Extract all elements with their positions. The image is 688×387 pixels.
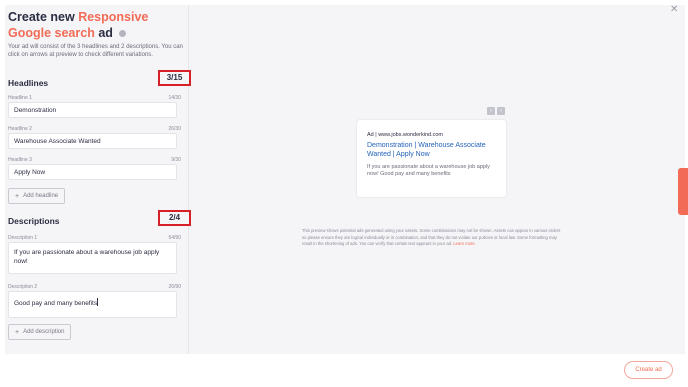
info-icon[interactable]: [119, 30, 127, 38]
description-1-label: Description 1: [8, 235, 38, 241]
add-description-button[interactable]: + Add description: [8, 324, 72, 340]
headlines-counter: 3/15: [158, 70, 191, 86]
ad-url: Ad | www.jobs.wonderkind.com: [367, 132, 444, 138]
ad-editor-panel: Create new Responsive Google search ad Y…: [5, 5, 685, 354]
arrow-right-icon[interactable]: ›: [497, 107, 505, 115]
headline-1-label: Headline 1: [8, 95, 32, 101]
headline-1-input[interactable]: Demonstration: [8, 102, 177, 118]
headline-2-label: Headline 2: [8, 126, 32, 132]
editor-column: Create new Responsive Google search ad Y…: [5, 5, 191, 354]
variation-arrows: ‹ ›: [487, 107, 505, 115]
text-caret: [97, 298, 99, 306]
headline-2-count: 26/30: [168, 126, 181, 132]
descriptions-counter: 2/4: [158, 210, 191, 226]
headline-2-input[interactable]: Warehouse Associate Wanted: [8, 133, 177, 149]
description-2-input[interactable]: Good pay and many benefits: [8, 291, 177, 318]
ad-headline: Demonstration | Warehouse Associate Want…: [367, 142, 486, 158]
headline-3-count: 9/30: [171, 157, 181, 163]
headline-3-input[interactable]: Apply Now: [8, 164, 177, 180]
page-title: Create new Responsive Google search ad: [8, 10, 149, 40]
headline-3-label: Headline 3: [8, 157, 32, 163]
ad-preview-card: Ad | www.jobs.wonderkind.com Demonstrati…: [357, 120, 506, 197]
add-headline-button[interactable]: + Add headline: [8, 188, 66, 204]
page-subtitle: Your ad will consist of the 3 headlines …: [8, 44, 183, 58]
ad-description: If you are passionate about a warehouse …: [367, 164, 490, 177]
description-1-count: 54/90: [168, 235, 181, 241]
descriptions-title: Descriptions: [8, 216, 60, 226]
description-2-label: Description 2: [8, 284, 38, 290]
headlines-title: Headlines: [8, 78, 49, 88]
plus-icon: +: [15, 328, 20, 336]
preview-disclaimer: This preview shows potential ads generat…: [302, 228, 561, 246]
create-ad-button[interactable]: Create ad: [624, 361, 673, 379]
arrow-left-icon[interactable]: ‹: [487, 107, 495, 115]
description-1-input[interactable]: If you are passionate about a warehouse …: [8, 242, 177, 274]
learn-more-link[interactable]: Learn more: [453, 241, 474, 246]
description-2-count: 26/90: [168, 284, 181, 290]
close-icon[interactable]: ✕: [670, 4, 678, 15]
feedback-side-tab[interactable]: [678, 168, 688, 215]
plus-icon: +: [15, 192, 20, 200]
headline-1-count: 14/30: [168, 95, 181, 101]
